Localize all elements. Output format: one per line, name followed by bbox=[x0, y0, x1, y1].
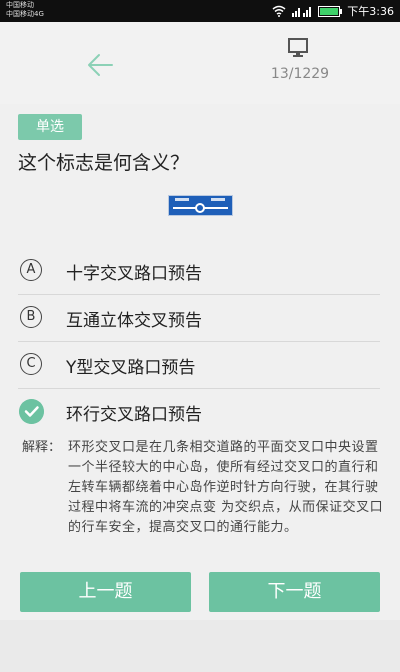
next-question-button[interactable]: 下一题 bbox=[209, 572, 380, 612]
option-letter-c: C bbox=[20, 353, 42, 375]
option-a[interactable]: A 十字交叉路口预告 bbox=[18, 248, 380, 295]
carrier-info: 中国移动 中国移动4G bbox=[6, 1, 44, 19]
battery-icon bbox=[318, 5, 343, 17]
answer-options: A 十字交叉路口预告 B 互通立体交叉预告 C Y型交叉路口预告 环行交叉路口预… bbox=[18, 248, 380, 436]
question-type-badge: 单选 bbox=[18, 114, 82, 140]
bottom-area bbox=[0, 620, 400, 672]
checkmark-icon bbox=[19, 399, 44, 424]
option-b[interactable]: B 互通立体交叉预告 bbox=[18, 295, 380, 342]
sign-text-mark bbox=[211, 198, 225, 201]
option-c[interactable]: C Y型交叉路口预告 bbox=[18, 342, 380, 389]
wifi-icon bbox=[272, 5, 286, 17]
option-d[interactable]: 环行交叉路口预告 bbox=[18, 389, 380, 436]
option-label-b: 互通立体交叉预告 bbox=[66, 311, 202, 331]
roundabout-sign-icon bbox=[168, 195, 233, 216]
clock: 下午3:36 bbox=[347, 5, 394, 18]
carrier-name-2: 中国移动4G bbox=[6, 10, 44, 18]
explanation-label: 解释： bbox=[22, 440, 62, 455]
option-label-a: 十字交叉路口预告 bbox=[66, 264, 202, 284]
signal-icon bbox=[292, 7, 312, 17]
monitor-icon[interactable] bbox=[287, 38, 309, 58]
nav-buttons: 上一题 下一题 bbox=[0, 572, 400, 612]
sign-text-mark bbox=[175, 198, 189, 201]
question-counter: 13/1229 bbox=[270, 66, 330, 82]
prev-question-button[interactable]: 上一题 bbox=[20, 572, 191, 612]
option-label-c: Y型交叉路口预告 bbox=[66, 358, 196, 378]
status-bar: 中国移动 中国移动4G 下午3:36 bbox=[0, 0, 400, 22]
status-icons: 下午3:36 bbox=[272, 3, 394, 19]
question-text: 这个标志是何含义？ bbox=[18, 152, 190, 174]
option-letter-a: A bbox=[20, 259, 42, 281]
header: 13/1229 bbox=[0, 22, 400, 104]
option-letter-b: B bbox=[20, 306, 42, 328]
sign-roundabout bbox=[195, 203, 205, 213]
back-button[interactable] bbox=[80, 48, 120, 82]
arrow-left-icon bbox=[88, 54, 113, 76]
explanation-text: 环形交叉口是在几条相交道路的平面交叉口中央设置一个半径较大的中心岛，使所有经过交… bbox=[68, 440, 384, 535]
option-label-d: 环行交叉路口预告 bbox=[66, 405, 202, 425]
carrier-name-1: 中国移动 bbox=[6, 1, 34, 9]
